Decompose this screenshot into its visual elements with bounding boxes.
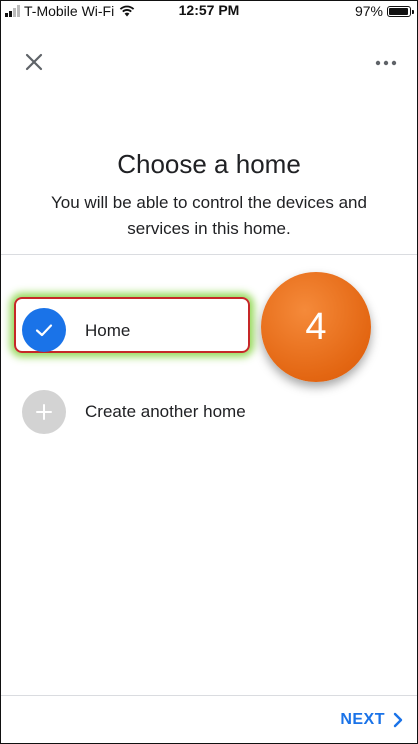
more-horizontal-icon[interactable]: [373, 56, 399, 70]
step-number-badge: 4: [261, 272, 371, 382]
page-title: Choose a home: [117, 149, 301, 179]
home-option-label[interactable]: Home: [85, 321, 130, 341]
bottom-divider: [1, 695, 417, 696]
next-button-label: NEXT: [340, 711, 385, 728]
next-button[interactable]: NEXT: [340, 711, 403, 729]
battery-fill: [389, 7, 409, 15]
create-home-label[interactable]: Create another home: [85, 402, 246, 422]
selected-indicator[interactable]: [22, 308, 66, 352]
app-screen: T-Mobile Wi-Fi 12:57 PM 97% Choose a hom…: [0, 0, 418, 744]
plus-icon: [36, 404, 52, 420]
add-home-indicator[interactable]: [22, 390, 66, 434]
status-bar: T-Mobile Wi-Fi 12:57 PM 97%: [1, 1, 417, 21]
page-subtitle: You will be able to control the devices …: [51, 193, 367, 238]
check-icon: [35, 324, 53, 337]
chevron-right-icon: [393, 712, 403, 728]
status-right: 97%: [354, 3, 414, 19]
battery-icon: [387, 5, 414, 17]
top-divider: [1, 254, 417, 255]
battery-percent: 97%: [354, 3, 383, 19]
close-icon[interactable]: [21, 49, 47, 75]
